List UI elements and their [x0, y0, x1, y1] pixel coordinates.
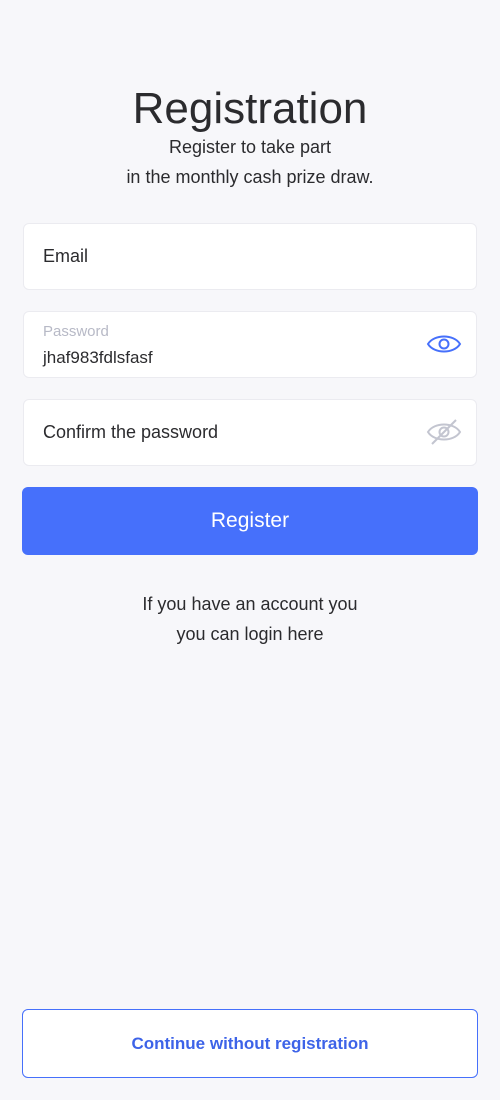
- password-field[interactable]: Password jhaf983fdlsfasf: [23, 311, 477, 378]
- register-button[interactable]: Register: [22, 487, 478, 555]
- confirm-password-field[interactable]: Confirm the password: [23, 399, 477, 466]
- eye-icon[interactable]: [426, 329, 462, 359]
- page-title: Registration: [132, 84, 368, 134]
- login-link[interactable]: you can login here: [0, 619, 500, 649]
- subtitle-line-1: Register to take part: [168, 137, 332, 157]
- password-value: jhaf983fdlsfasf: [43, 348, 153, 367]
- eye-off-icon[interactable]: [426, 417, 462, 447]
- login-prompt: If you have an account you you can login…: [0, 589, 500, 649]
- page-subtitle: Register to take part in the monthly cas…: [0, 132, 500, 192]
- login-prompt-line-1: If you have an account you: [142, 594, 358, 614]
- continue-without-registration-button[interactable]: Continue without registration: [22, 1009, 478, 1078]
- password-label: Password: [43, 323, 109, 340]
- email-field[interactable]: Email: [23, 223, 477, 290]
- subtitle-line-2: in the monthly cash prize draw.: [126, 167, 374, 187]
- email-placeholder: Email: [43, 246, 89, 266]
- confirm-password-placeholder: Confirm the password: [43, 422, 219, 442]
